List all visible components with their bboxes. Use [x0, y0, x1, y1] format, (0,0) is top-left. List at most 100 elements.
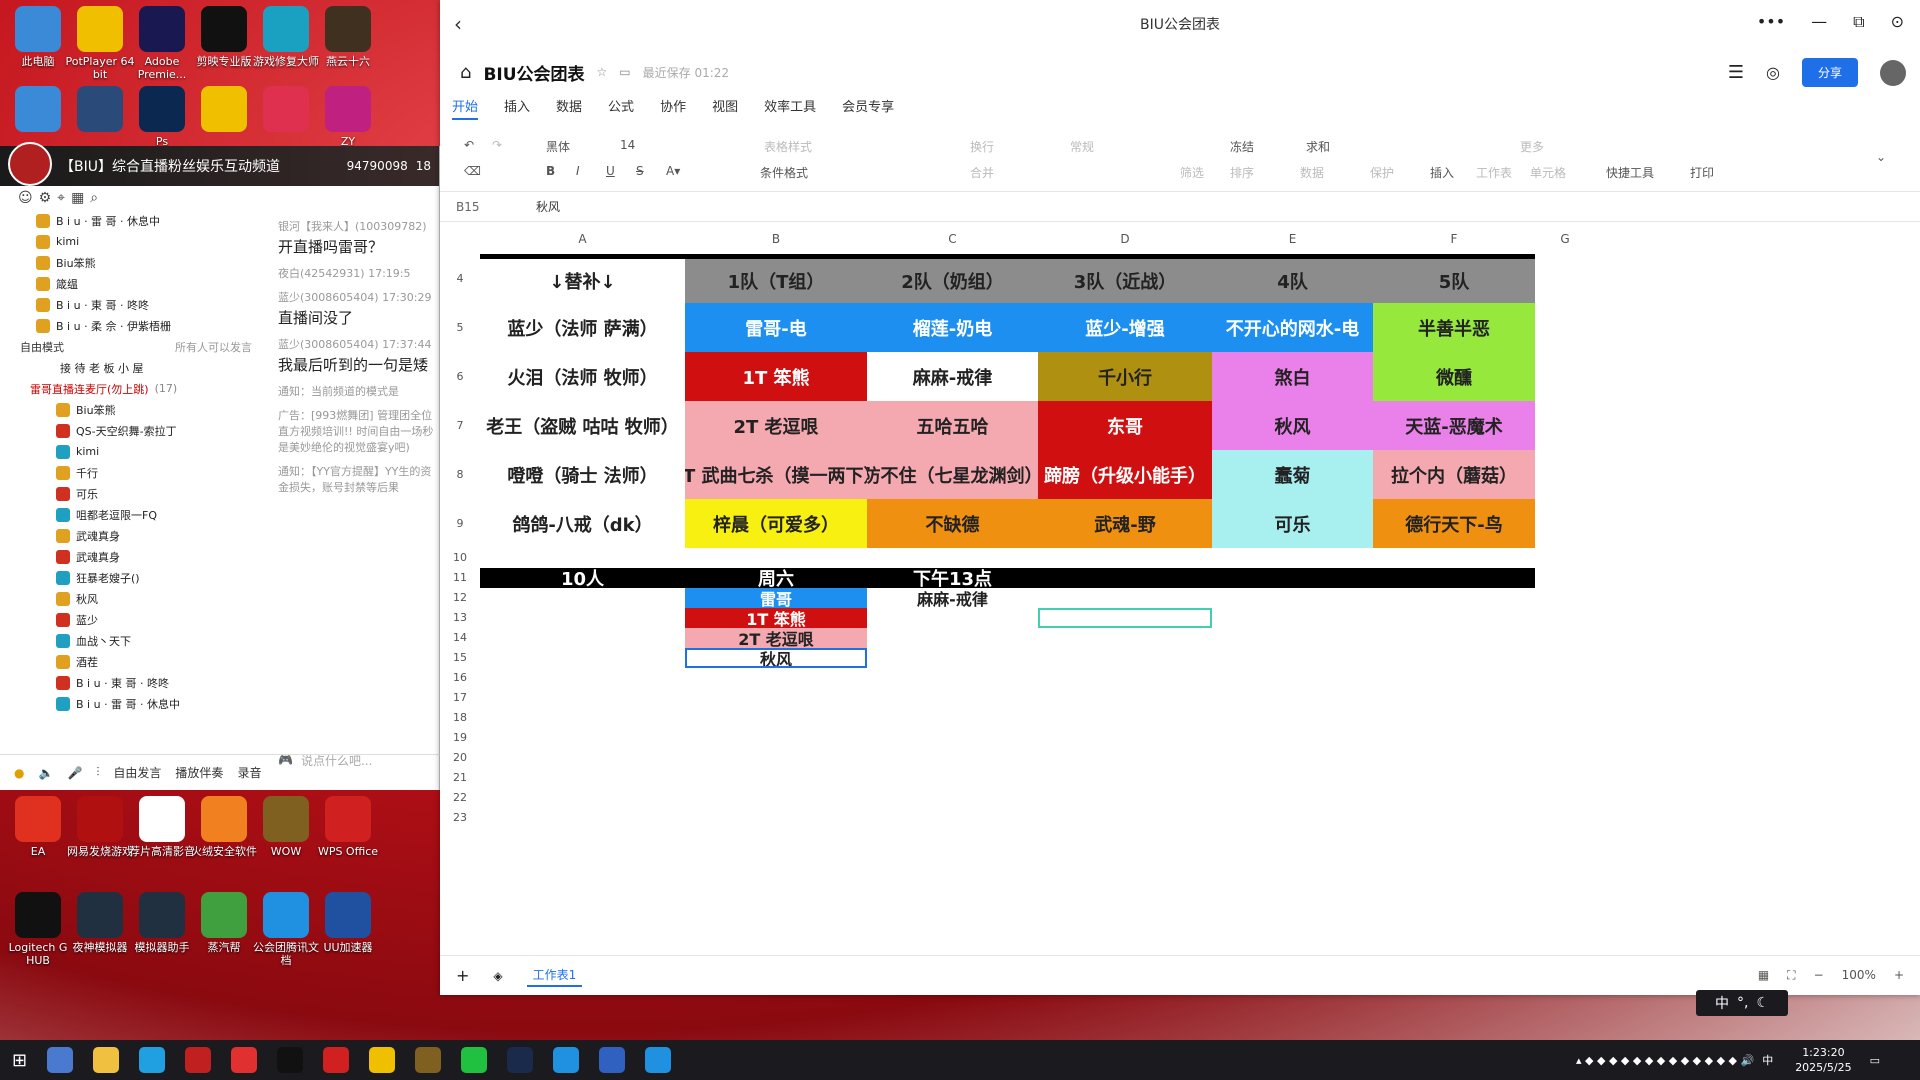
sheet-cell[interactable]: 老王（盗贼 咕咕 牧师）: [480, 401, 685, 450]
list-item[interactable]: B i u · 柔 佘 · 伊紫梧栅: [0, 315, 262, 336]
row-header[interactable]: 17: [440, 688, 480, 708]
room-row[interactable]: 雷哥直播连麦厅(勿上跳) (17): [0, 378, 262, 399]
insert-button[interactable]: 插入: [1430, 164, 1454, 181]
table-style-button[interactable]: 表格样式: [764, 138, 812, 155]
list-item[interactable]: 蓝少: [0, 609, 262, 630]
row-header[interactable]: 23: [440, 808, 480, 828]
row-header[interactable]: 6: [440, 352, 480, 401]
sheet-cell[interactable]: [867, 648, 1038, 668]
tab-4[interactable]: 协作: [660, 96, 686, 120]
chevron-down-icon[interactable]: ⌄: [1876, 150, 1886, 164]
row-header[interactable]: 21: [440, 768, 480, 788]
row-header[interactable]: 11: [440, 568, 480, 588]
sheet-tab[interactable]: 工作表1: [526, 964, 583, 987]
list-item[interactable]: 可乐: [0, 483, 262, 504]
sheet-cell[interactable]: 蠢菊: [1212, 450, 1373, 499]
column-header[interactable]: G: [1535, 226, 1595, 252]
more-icon[interactable]: •••: [1757, 12, 1785, 32]
list-item[interactable]: 箴缊: [0, 273, 262, 294]
free-speech-button[interactable]: 自由发言: [113, 764, 161, 781]
sheet-cell[interactable]: 德行天下-鸟: [1373, 499, 1535, 548]
desktop-icon[interactable]: WPS Office: [310, 796, 386, 858]
add-sheet-icon[interactable]: +: [456, 966, 469, 985]
share-button[interactable]: 分享: [1801, 58, 1858, 87]
list-item[interactable]: B i u · 雷 哥 · 休息中: [0, 693, 262, 714]
sheet-cell[interactable]: 武魂-野: [1038, 499, 1212, 548]
sheet-cell[interactable]: 千小行: [1038, 352, 1212, 401]
back-icon[interactable]: ‹: [454, 12, 462, 36]
sheet-cell[interactable]: 1队（T组）: [685, 259, 867, 303]
mixer-icon[interactable]: ⫶: [96, 765, 99, 780]
list-item[interactable]: B i u · 東 哥 · 咚咚: [0, 294, 262, 315]
row-header[interactable]: 12: [440, 588, 480, 608]
home-icon[interactable]: ⌂: [460, 62, 471, 83]
row-header[interactable]: 10: [440, 548, 480, 568]
sheet-cell[interactable]: 鸽鸽-八戒（dk）: [480, 499, 685, 548]
number-format-select[interactable]: 常规: [1070, 138, 1094, 155]
sheet-cell[interactable]: 雷哥: [685, 588, 867, 608]
italic-button[interactable]: I: [576, 164, 580, 178]
column-header[interactable]: B: [685, 226, 867, 252]
mascot-icon[interactable]: ●: [14, 766, 24, 780]
list-item[interactable]: 秋风: [0, 588, 262, 609]
mode-row[interactable]: 自由模式 所有人可以发言: [0, 336, 262, 357]
sheet-cell[interactable]: 噔噔（骑士 法师）: [480, 450, 685, 499]
column-header[interactable]: D: [1038, 226, 1212, 252]
volume-icon[interactable]: 🔈: [38, 766, 53, 780]
list-item[interactable]: QS-天空织舞-索拉丁: [0, 420, 262, 441]
location-icon[interactable]: ⌖: [57, 190, 65, 206]
history-icon[interactable]: ◎: [1766, 63, 1780, 82]
column-header[interactable]: C: [867, 226, 1038, 252]
tab-5[interactable]: 视图: [712, 96, 738, 120]
sheet-cell[interactable]: 防不住（七星龙渊剑）: [867, 450, 1038, 499]
sheet-cell[interactable]: 3T 武曲七杀（摸一两下）: [685, 450, 867, 499]
sheet-cell[interactable]: 微醺: [1373, 352, 1535, 401]
desktop-icon[interactable]: 燕云十六: [310, 6, 386, 68]
column-header[interactable]: E: [1212, 226, 1373, 252]
sheet-cell[interactable]: 麻麻-戒律: [867, 352, 1038, 401]
sheet-cell[interactable]: 2T 老逗哏: [685, 628, 867, 648]
tab-2[interactable]: 数据: [556, 96, 582, 120]
tab-3[interactable]: 公式: [608, 96, 634, 120]
sheet-cell[interactable]: 蹄膀（升级小能手）: [1038, 450, 1212, 499]
edge-icon[interactable]: [139, 1047, 166, 1073]
sheet-cell[interactable]: 蓝少（法师 萨满）: [480, 303, 685, 352]
record-button[interactable]: 录音: [237, 764, 261, 781]
sheet-cell[interactable]: 5队: [1373, 259, 1535, 303]
clear-format-icon[interactable]: ⌫: [464, 164, 481, 178]
row-header[interactable]: 20: [440, 748, 480, 768]
sheet-cell[interactable]: [867, 628, 1038, 648]
grid-icon[interactable]: ▦: [71, 190, 84, 206]
list-item[interactable]: B i u · 雷 哥 · 休息中: [0, 210, 262, 231]
sheet-cell[interactable]: 下午13点: [867, 568, 1038, 588]
sheet-cell[interactable]: 周六: [685, 568, 867, 588]
sheet-cell[interactable]: 2队（奶组）: [867, 259, 1038, 303]
sheet-cell[interactable]: 4队: [1212, 259, 1373, 303]
search-icon[interactable]: ⌕: [90, 190, 98, 206]
sheet-cell[interactable]: 雷哥-电: [685, 303, 867, 352]
sheet-cell[interactable]: [1373, 568, 1535, 588]
tab-6[interactable]: 效率工具: [764, 96, 816, 120]
row-header[interactable]: 14: [440, 628, 480, 648]
user-icon[interactable]: ☺: [18, 190, 33, 206]
sheet-cell[interactable]: 1T 笨熊: [685, 608, 867, 628]
sheet-cell[interactable]: 煞白: [1212, 352, 1373, 401]
steam-icon[interactable]: [507, 1047, 534, 1073]
cell-reference[interactable]: B15: [456, 200, 536, 214]
list-item[interactable]: 武魂真身: [0, 525, 262, 546]
mic-icon[interactable]: 🎤: [67, 766, 82, 780]
sheet-cell[interactable]: [1038, 568, 1212, 588]
row-header[interactable]: 8: [440, 450, 480, 499]
sheet-cell[interactable]: 秋风: [685, 648, 867, 668]
sheet-cell[interactable]: 3队（近战）: [1038, 259, 1212, 303]
formula-input[interactable]: 秋风: [536, 198, 560, 215]
filter-button[interactable]: 筛选: [1180, 164, 1204, 181]
sheet-cell[interactable]: 可乐: [1212, 499, 1373, 548]
freeze-button[interactable]: 冻结: [1230, 138, 1254, 155]
list-item[interactable]: 狂暴老嫂子(): [0, 567, 262, 588]
app-icon[interactable]: [599, 1047, 626, 1073]
sheet-cell[interactable]: 不开心的网水-电: [1212, 303, 1373, 352]
row-header[interactable]: 22: [440, 788, 480, 808]
sheet-cell[interactable]: ↓替补↓: [480, 259, 685, 303]
sheet-cell[interactable]: 五哈五哈: [867, 401, 1038, 450]
